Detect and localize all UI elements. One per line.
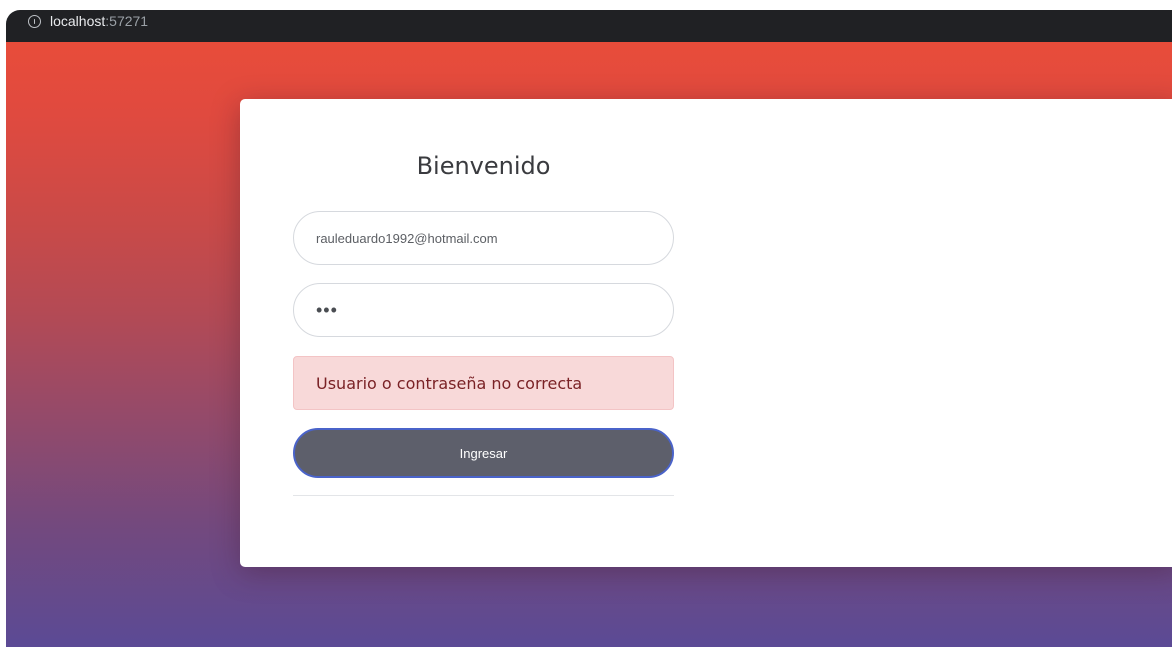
url-port: :57271: [105, 13, 149, 29]
screen: localhost :57271 Bienvenido Usuario o co…: [0, 0, 1172, 647]
browser-address-bar: localhost :57271: [6, 10, 1172, 42]
error-message: Usuario o contraseña no correcta: [316, 373, 583, 393]
page-title: Bienvenido: [416, 152, 551, 180]
login-button[interactable]: Ingresar: [293, 428, 674, 478]
url-host: localhost: [50, 13, 106, 29]
error-alert: Usuario o contraseña no correcta: [293, 356, 674, 410]
login-button-label: Ingresar: [459, 445, 508, 461]
divider: [293, 495, 674, 496]
address-field[interactable]: localhost :57271: [12, 10, 148, 32]
email-field[interactable]: [293, 211, 674, 265]
info-icon[interactable]: [28, 14, 41, 28]
password-field[interactable]: [293, 283, 674, 337]
